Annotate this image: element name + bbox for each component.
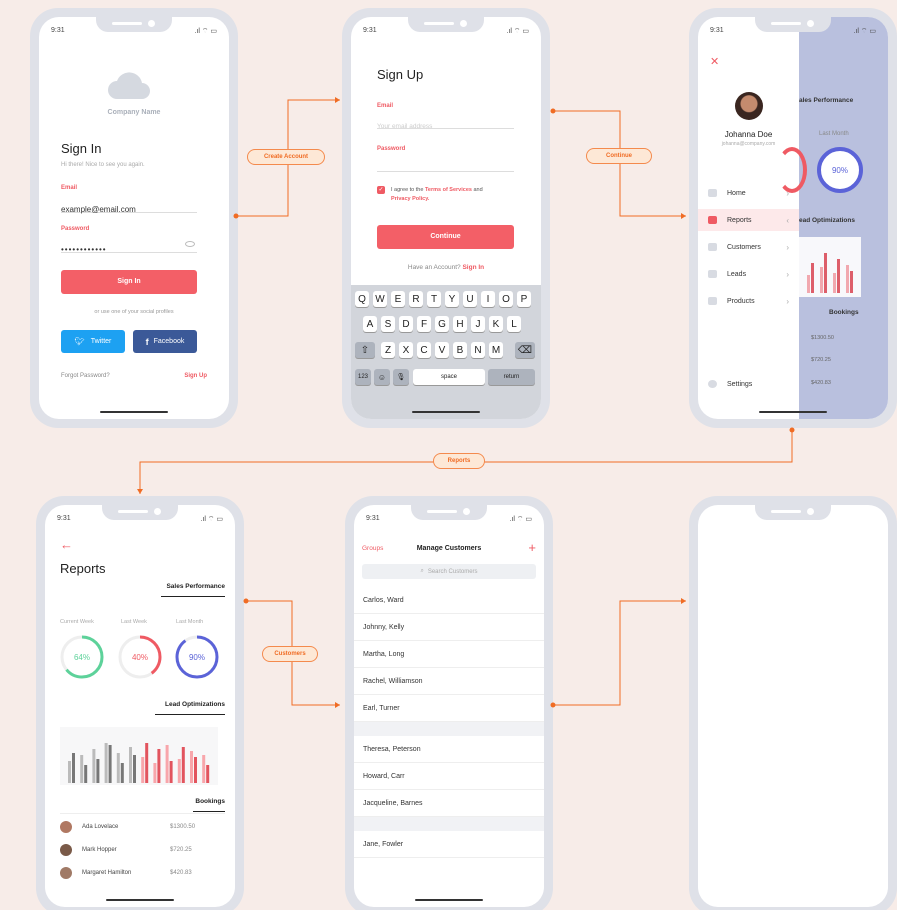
home-indicator bbox=[415, 899, 483, 901]
status-icons: .ıl ⌔ ▭ bbox=[853, 28, 876, 35]
notch bbox=[755, 505, 831, 520]
notch bbox=[96, 17, 172, 32]
flow-label-continue: Continue bbox=[586, 148, 652, 164]
home-indicator bbox=[100, 411, 168, 413]
notch bbox=[411, 505, 487, 520]
flow-label-create-account: Create Account bbox=[247, 149, 325, 165]
home-indicator bbox=[412, 411, 480, 413]
status-icons: .ıl ⌔ ▭ bbox=[509, 516, 532, 523]
status-icons: .ıl ⌔ ▭ bbox=[506, 28, 529, 35]
status-time: 9:31 bbox=[710, 27, 724, 34]
notch bbox=[408, 17, 484, 32]
status-icons: .ıl ⌔ ▭ bbox=[200, 516, 223, 523]
flow-label-customers: Customers bbox=[262, 646, 318, 662]
flow-label-reports: Reports bbox=[433, 453, 485, 469]
status-time: 9:31 bbox=[363, 27, 377, 34]
status-icons: .ıl ⌔ ▭ bbox=[194, 28, 217, 35]
status-time: 9:31 bbox=[366, 515, 380, 522]
status-time: 9:31 bbox=[57, 515, 71, 522]
notch bbox=[102, 505, 178, 520]
notch bbox=[755, 17, 831, 32]
home-indicator bbox=[106, 899, 174, 901]
status-time: 9:31 bbox=[51, 27, 65, 34]
home-indicator bbox=[759, 411, 827, 413]
